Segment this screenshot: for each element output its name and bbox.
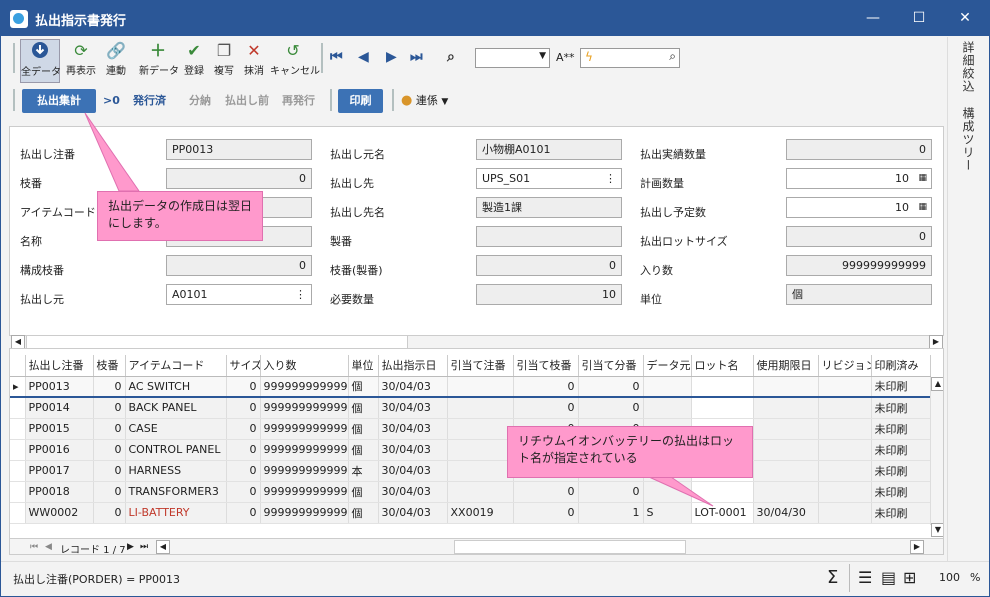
callout-lot-name: リチウムイオンバッテリーの払出はロット名が指定されている <box>507 426 753 478</box>
callout-pointer-2 <box>648 476 714 507</box>
callout-creation-date: 払出データの作成日は翌日にします。 <box>97 191 263 241</box>
callout-pointer-1 <box>84 112 140 192</box>
callout-pointers <box>84 112 714 507</box>
app-window: 払出指示書発行 — ☐ ✕ 全データ ⟳ 再表示 🔗 連動 ＋ 新データ ✔ 登… <box>0 0 990 597</box>
